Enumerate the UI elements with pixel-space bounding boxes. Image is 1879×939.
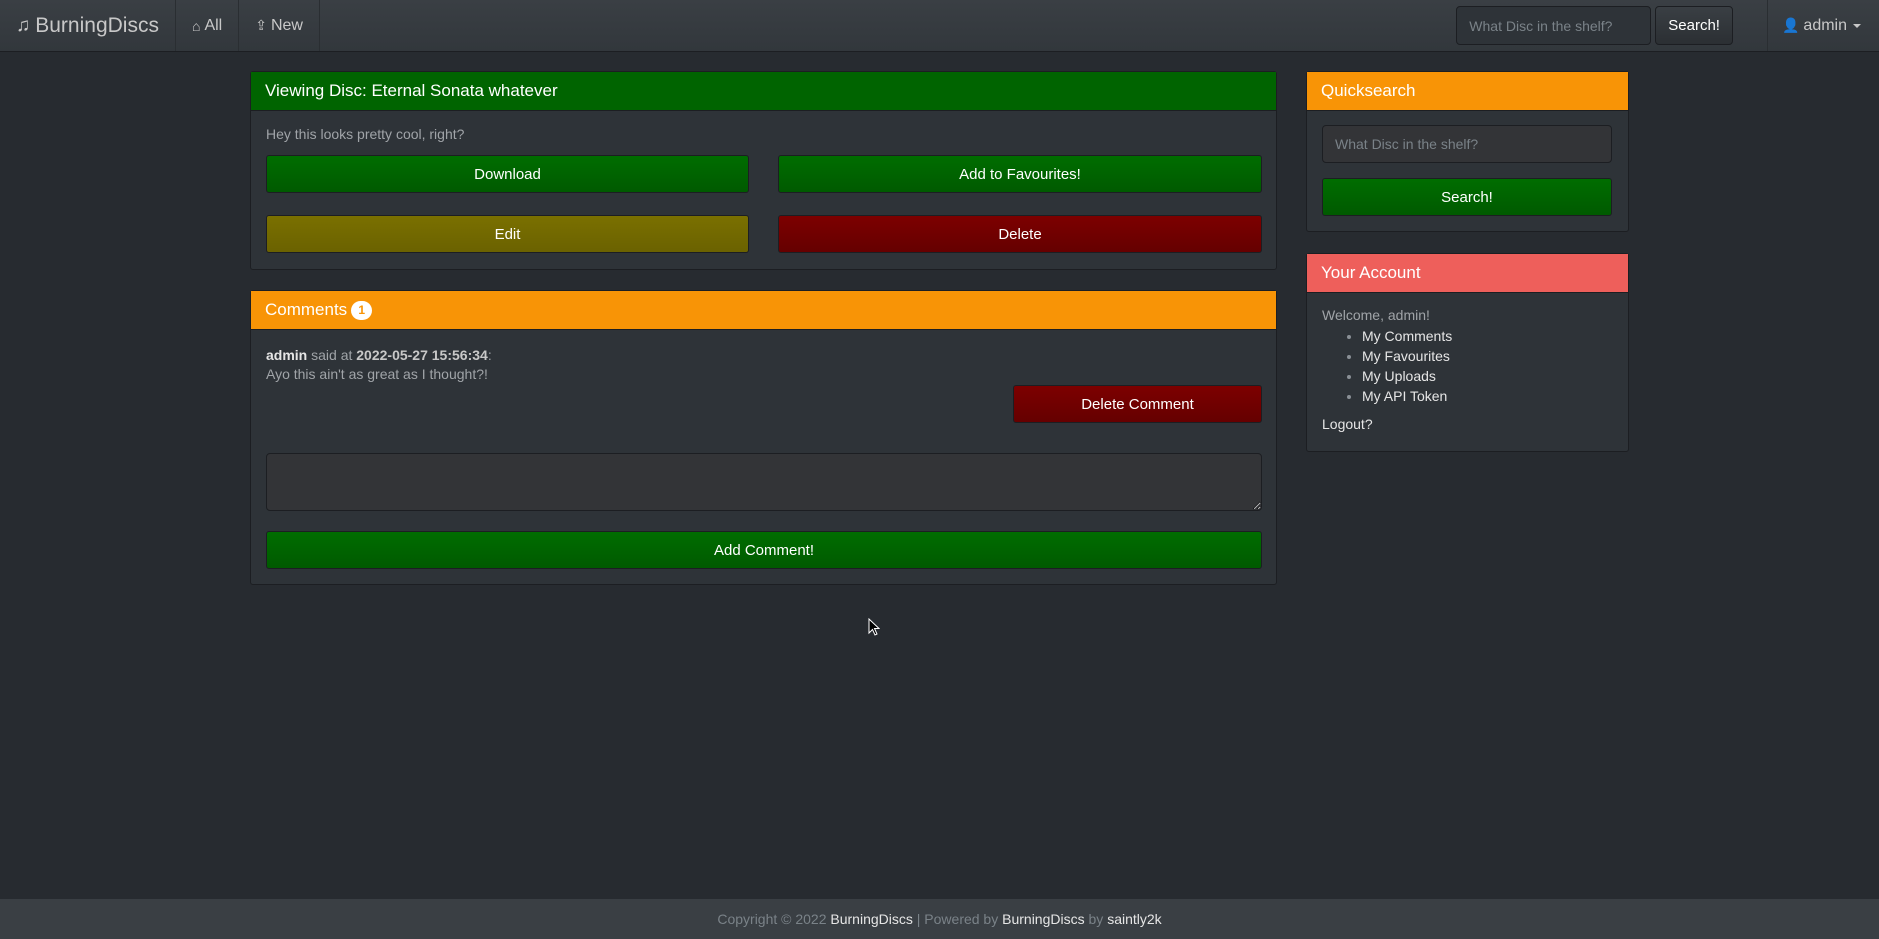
quicksearch-panel: Quicksearch Search! (1306, 71, 1629, 232)
upload-icon: ⇪ (255, 17, 267, 33)
footer-powered-by: | Powered by (916, 911, 999, 927)
comments-title: Comments (265, 300, 348, 319)
account-links: My Comments My Favourites My Uploads My … (1362, 326, 1613, 406)
brand-label: BurningDiscs (35, 13, 159, 37)
comment-text: Ayo this ain't as great as I thought?! (266, 366, 488, 382)
delete-comment-button[interactable]: Delete Comment (1013, 385, 1262, 423)
disc-description: Hey this looks pretty cool, right? (266, 126, 465, 142)
comments-panel: Comments 1 admin said at 2022-05-27 15:5… (250, 290, 1277, 585)
nav-new-label: New (270, 16, 303, 34)
home-icon: ⌂ (191, 17, 201, 34)
quicksearch-button[interactable]: Search! (1322, 178, 1612, 216)
disc-heading: Viewing Disc: Eternal Sonata whatever (251, 72, 1276, 111)
download-button[interactable]: Download (266, 155, 749, 193)
footer-by: by (1088, 911, 1104, 927)
add-comment-button[interactable]: Add Comment! (266, 531, 1262, 569)
comment-textarea[interactable] (266, 453, 1262, 511)
caret-down-icon (1853, 23, 1861, 28)
comment-author: admin (266, 347, 308, 363)
nav-search-input[interactable] (1456, 6, 1652, 45)
list-item: My API Token (1362, 386, 1613, 406)
delete-button[interactable]: Delete (778, 215, 1262, 253)
music-note-icon: ♫ (16, 14, 31, 36)
footer: Copyright © 2022 BurningDiscs | Powered … (0, 899, 1879, 939)
logout-link[interactable]: Logout? (1322, 416, 1613, 432)
comment-timestamp: 2022-05-27 15:56:34 (356, 347, 488, 363)
comment-item: admin said at 2022-05-27 15:56:34: Ayo t… (266, 347, 492, 382)
footer-copyright: Copyright © 2022 (717, 911, 827, 927)
add-favourite-button[interactable]: Add to Favourites! (778, 155, 1262, 193)
my-uploads-link[interactable]: My Uploads (1362, 368, 1436, 384)
nav-search-button[interactable]: Search! (1655, 6, 1733, 45)
footer-brand-link[interactable]: BurningDiscs (830, 911, 912, 927)
user-name: admin (1803, 16, 1847, 34)
my-comments-link[interactable]: My Comments (1362, 328, 1452, 344)
comment-said-at: said at (311, 347, 353, 363)
nav-all-label: All (204, 16, 223, 34)
footer-powered-brand-link[interactable]: BurningDiscs (1002, 911, 1084, 927)
list-item: My Comments (1362, 326, 1613, 346)
nav-all[interactable]: ⌂ All (176, 0, 240, 51)
comments-count-badge: 1 (351, 300, 373, 320)
edit-button[interactable]: Edit (266, 215, 749, 253)
my-api-token-link[interactable]: My API Token (1362, 388, 1447, 404)
my-favourites-link[interactable]: My Favourites (1362, 348, 1450, 364)
nav-search-form: Search! (1456, 0, 1768, 51)
user-icon: 👤 (1781, 17, 1800, 33)
navbar: ♫ BurningDiscs ⌂ All ⇪ New Search! 👤 adm… (0, 0, 1879, 52)
quicksearch-input[interactable] (1322, 125, 1612, 163)
user-menu[interactable]: 👤 admin (1768, 0, 1879, 51)
list-item: My Favourites (1362, 346, 1613, 366)
account-panel: Your Account Welcome, admin! My Comments… (1306, 253, 1629, 452)
account-heading: Your Account (1307, 254, 1628, 293)
comments-heading: Comments 1 (251, 291, 1276, 330)
nav-new[interactable]: ⇪ New (239, 0, 320, 51)
list-item: My Uploads (1362, 366, 1613, 386)
footer-author-link[interactable]: saintly2k (1107, 911, 1161, 927)
mouse-cursor-icon (868, 618, 880, 636)
brand-link[interactable]: ♫ BurningDiscs (0, 0, 176, 51)
welcome-text: Welcome, admin! (1322, 307, 1430, 323)
comment-colon: : (487, 347, 492, 363)
disc-panel: Viewing Disc: Eternal Sonata whatever He… (250, 71, 1277, 270)
quicksearch-heading: Quicksearch (1307, 72, 1628, 111)
